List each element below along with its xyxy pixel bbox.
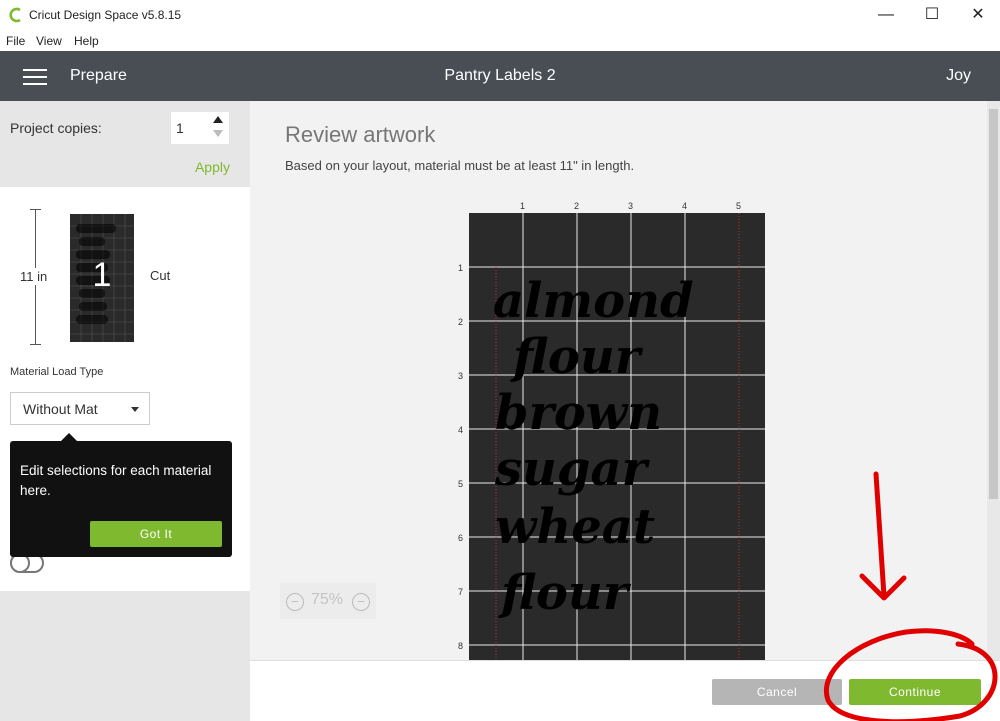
material-load-type-select[interactable]: Without Mat — [10, 392, 150, 425]
artwork-text: sugar — [494, 441, 651, 497]
zoom-in-button[interactable]: − — [352, 593, 370, 611]
mat-length-label: 11 in — [20, 268, 48, 285]
maximize-button[interactable]: ☐ — [918, 4, 946, 26]
artwork-text: almond — [493, 273, 694, 329]
window-title-bar: Cricut Design Space v5.8.15 — ☐ ✕ — [0, 0, 1000, 31]
ruler-x-label: 4 — [682, 201, 688, 211]
mat-preview-artwork: almond flour brown sugar wheat flour — [469, 213, 765, 660]
review-area: Review artwork Based on your layout, mat… — [250, 101, 1000, 660]
project-copies-section: Project copies: 1 Apply — [0, 101, 250, 187]
minimize-button[interactable]: — — [872, 4, 900, 26]
mat-number: 1 — [92, 256, 112, 294]
apply-button[interactable]: Apply — [195, 159, 230, 175]
artwork-text: flour — [510, 329, 644, 385]
ruler-x-label: 5 — [736, 201, 742, 211]
chevron-down-icon — [131, 407, 139, 412]
tooltip-pointer — [60, 433, 78, 442]
ruler-y-label: 1 — [458, 263, 464, 273]
continue-button[interactable]: Continue — [849, 679, 981, 705]
mat-length-cap-top — [30, 209, 41, 210]
menu-help[interactable]: Help — [74, 34, 99, 48]
zoom-out-button[interactable]: − — [286, 593, 304, 611]
ruler-y-label: 4 — [458, 425, 464, 435]
project-copies-value[interactable]: 1 — [176, 120, 184, 136]
mat-length-cap-bottom — [30, 344, 41, 345]
action-footer: Cancel Continue — [250, 660, 1000, 721]
zoom-control: − 75% − — [280, 583, 376, 619]
user-name[interactable]: Joy — [946, 67, 971, 85]
mat-preview-canvas[interactable]: almond flour brown sugar wheat flour — [469, 213, 765, 660]
project-name: Pantry Labels 2 — [444, 67, 556, 84]
window-title: Cricut Design Space v5.8.15 — [29, 8, 182, 22]
cricut-logo-icon — [9, 7, 21, 23]
material-length-note: Based on your layout, material must be a… — [285, 158, 635, 173]
left-panel-footer-area — [0, 591, 250, 721]
menu-bar: File View Help — [0, 31, 1000, 51]
menu-file[interactable]: File — [6, 34, 25, 48]
close-button[interactable]: ✕ — [964, 4, 992, 26]
increment-arrow-icon[interactable] — [213, 116, 223, 123]
project-copies-label: Project copies: — [10, 120, 102, 136]
got-it-button[interactable]: Got It — [90, 521, 222, 547]
tooltip-text: Edit selections for each material here. — [20, 463, 212, 498]
ruler-x-label: 1 — [520, 201, 526, 211]
coachmark-tooltip: Edit selections for each material here. … — [10, 433, 232, 557]
artwork-text: wheat — [495, 499, 655, 555]
ruler-x-label: 2 — [574, 201, 580, 211]
ruler-y-label: 3 — [458, 371, 464, 381]
vertical-scrollbar[interactable] — [987, 101, 1000, 660]
app-header: Prepare Pantry Labels 2 Joy — [0, 51, 1000, 101]
menu-view[interactable]: View — [36, 34, 62, 48]
ruler-y-label: 5 — [458, 479, 464, 489]
project-copies-stepper[interactable]: 1 — [171, 112, 229, 144]
page-title: Review artwork — [285, 122, 436, 147]
artwork-text: brown — [495, 385, 662, 441]
mat-thumbnail[interactable]: 1 — [70, 214, 134, 342]
mat-cut-label: Cut — [150, 268, 171, 283]
decrement-arrow-icon[interactable] — [213, 130, 223, 137]
ruler-y-label: 7 — [458, 587, 464, 597]
ruler-y-label: 8 — [458, 641, 464, 651]
material-load-type-label: Material Load Type — [10, 366, 104, 378]
zoom-level: 75% — [311, 591, 344, 608]
left-panel: Project copies: 1 Apply 11 in 1 Cut Mate… — [0, 101, 250, 721]
ruler-y-label: 2 — [458, 317, 464, 327]
artwork-text: flour — [498, 565, 632, 621]
cancel-button[interactable]: Cancel — [712, 679, 842, 705]
ruler-y-label: 6 — [458, 533, 464, 543]
scrollbar-thumb[interactable] — [989, 109, 998, 499]
material-load-type-value: Without Mat — [23, 401, 98, 417]
ruler-x-label: 3 — [628, 201, 634, 211]
